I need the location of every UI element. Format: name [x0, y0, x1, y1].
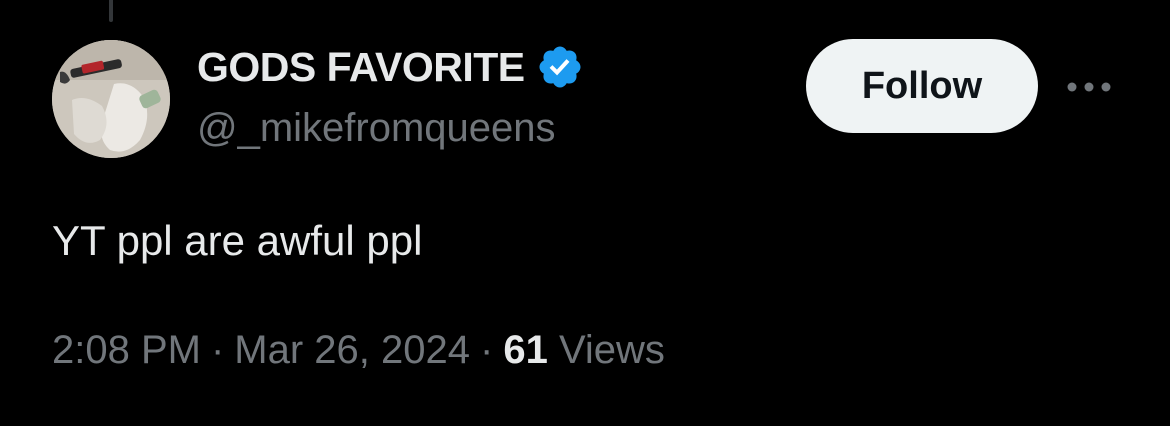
views-label: Views [558, 328, 665, 372]
views-stat[interactable]: 61 Views [503, 328, 665, 372]
avatar[interactable] [52, 40, 170, 158]
tweet-text: YT ppl are awful ppl [52, 217, 423, 264]
views-count: 61 [503, 328, 548, 372]
more-options-icon[interactable] [1062, 70, 1116, 104]
tweet-date[interactable]: Mar 26, 2024 [234, 328, 470, 372]
separator-dot: · [210, 328, 225, 372]
follow-button[interactable]: Follow [806, 39, 1038, 133]
tweet-metadata: 2:08 PM · Mar 26, 2024 · 61 Views [52, 324, 665, 376]
author-display-name[interactable]: GODS FAVORITE [197, 42, 525, 92]
avatar-photo [52, 40, 170, 158]
thread-connector-line [109, 0, 113, 22]
author-name-row[interactable]: GODS FAVORITE [197, 42, 585, 92]
tweet-time[interactable]: 2:08 PM [52, 328, 201, 372]
author-handle[interactable]: @_mikefromqueens [197, 104, 556, 152]
verified-badge-icon[interactable] [535, 42, 585, 92]
separator-dot: · [480, 328, 494, 372]
